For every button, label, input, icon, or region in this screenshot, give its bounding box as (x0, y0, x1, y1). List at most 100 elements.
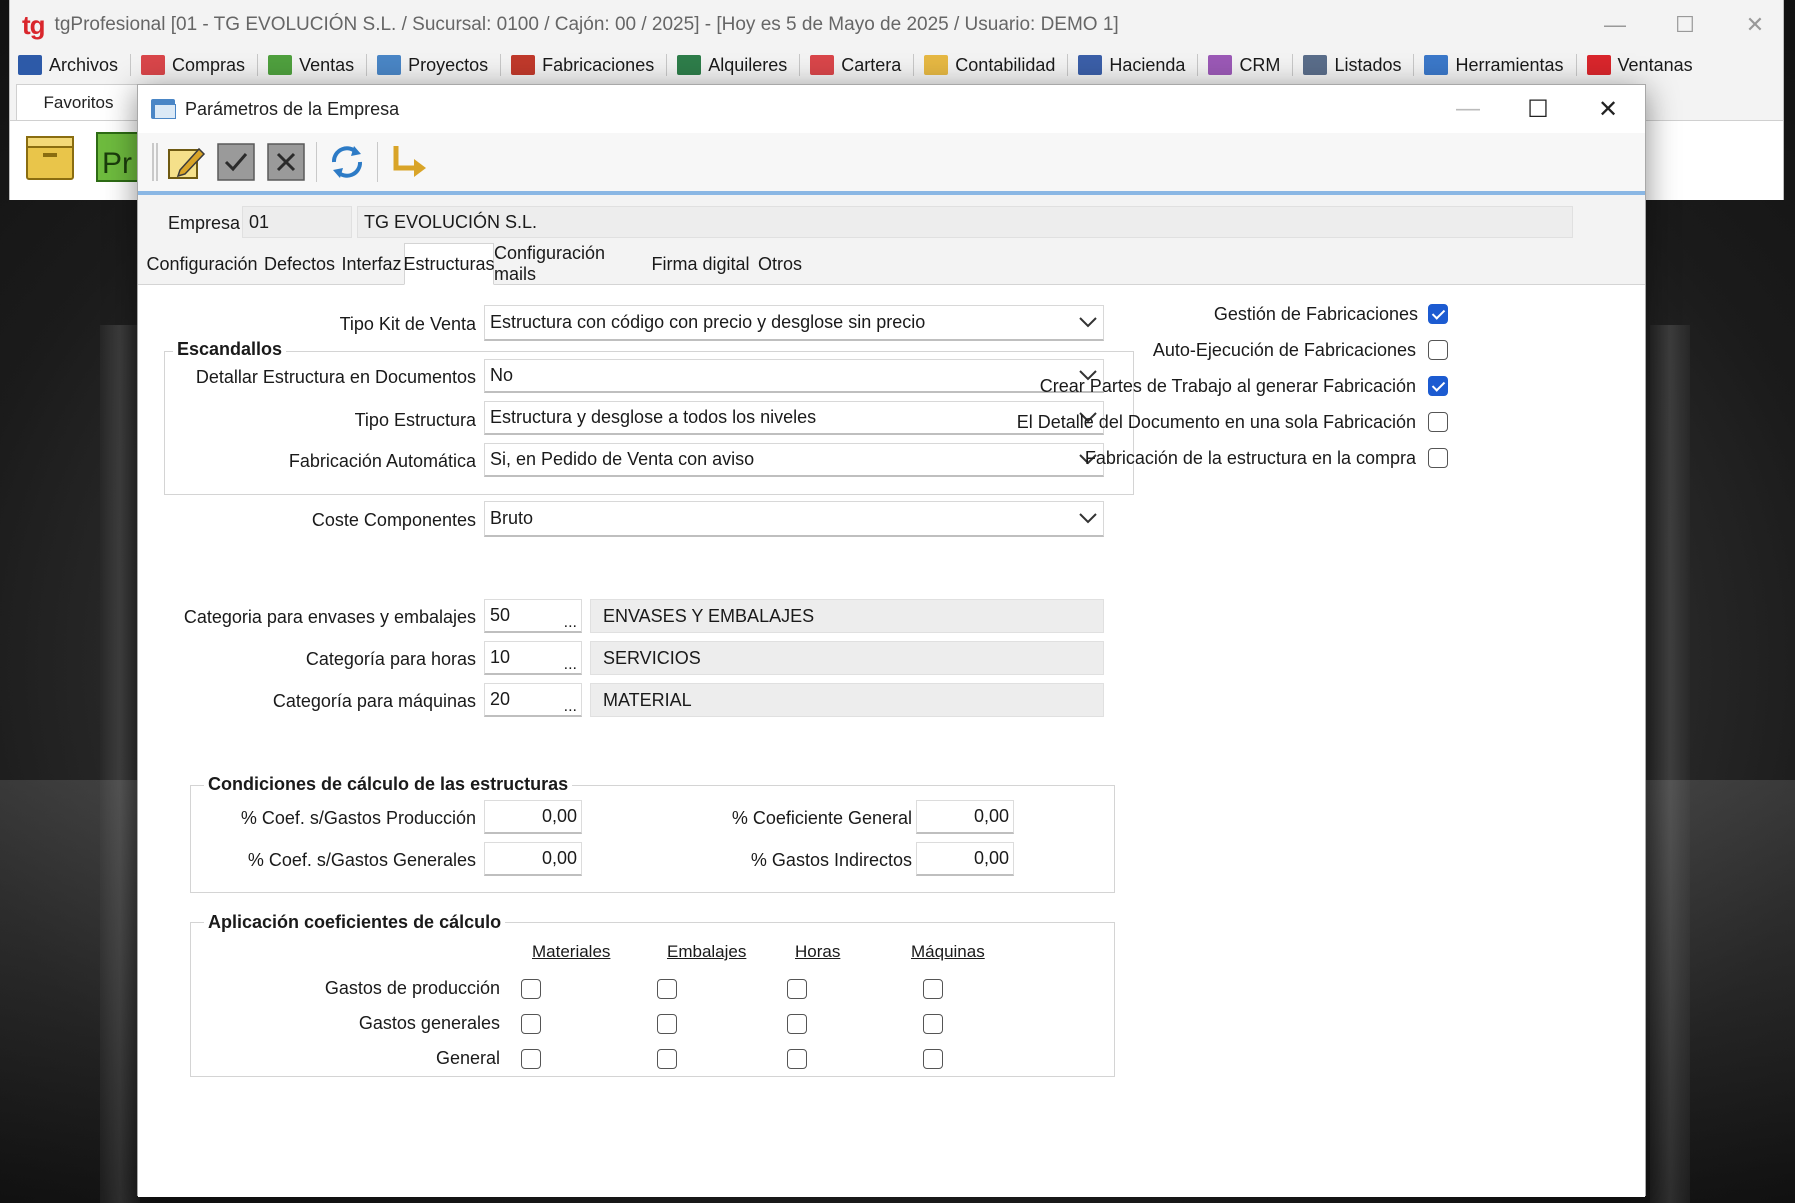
gestion-fabricaciones-label: Gestión de Fabricaciones (1213, 304, 1418, 324)
fabricaciones-factory-icon (511, 55, 536, 75)
empresa-name-field: TG EVOLUCIÓN S.L. (357, 206, 1573, 238)
aplicacion-row-label: Gastos generales (358, 1013, 500, 1033)
menu-item-contabilidad[interactable]: Contabilidad (924, 55, 1055, 76)
menu-item-cartera[interactable]: Cartera (810, 55, 901, 76)
tipo-kit-label: Tipo Kit de Venta (339, 314, 476, 334)
menu-separator (666, 54, 668, 76)
tab-otros[interactable]: Otros (751, 243, 809, 285)
menu-item-label: Listados (1334, 54, 1402, 75)
aplicacion-title: Aplicación coeficientes de cálculo (204, 912, 506, 933)
tab-configuración[interactable]: Configuración (144, 243, 260, 285)
app-maximize-button[interactable]: ☐ (1660, 6, 1710, 44)
crm-folder-icon (1208, 55, 1233, 75)
menu-item-herramientas[interactable]: Herramientas (1424, 55, 1564, 76)
menu-item-archivos[interactable]: Archivos (18, 55, 118, 76)
menu-item-ventas[interactable]: Ventas (268, 55, 354, 76)
empresa-code-field[interactable]: 01 (242, 206, 352, 238)
crear-partes-checkbox[interactable] (1428, 376, 1448, 396)
coef-produccion-input[interactable]: 0,00 (484, 800, 582, 834)
detallar-value: No (490, 365, 514, 385)
dialog-maximize-button[interactable]: ☐ (1503, 85, 1573, 133)
refresh-icon[interactable] (327, 142, 367, 182)
favorite-archive-box-icon[interactable] (24, 131, 76, 183)
aplicacion-checkbox[interactable] (521, 979, 541, 999)
aplicacion-checkbox[interactable] (787, 1049, 807, 1069)
dialog-minimize-button[interactable]: — (1433, 85, 1503, 133)
menu-item-proyectos[interactable]: Proyectos (377, 55, 488, 76)
aplicacion-checkbox[interactable] (657, 1049, 677, 1069)
toolbar-separator (316, 142, 317, 182)
aplicacion-checkbox[interactable] (923, 1014, 943, 1034)
folder-icon (151, 99, 176, 119)
aplicacion-row-label: General (435, 1048, 500, 1068)
dialog-titlebar: Parámetros de la Empresa — ☐ ✕ (138, 85, 1645, 133)
aplicacion-checkbox[interactable] (657, 1014, 677, 1034)
aplicacion-checkbox[interactable] (787, 1014, 807, 1034)
contabilidad-folder-icon (924, 55, 949, 75)
categoria-envases-code[interactable]: 50 ... (484, 599, 582, 633)
lookup-button[interactable]: ... (564, 615, 577, 631)
menu-item-ventanas[interactable]: Ventanas (1586, 55, 1693, 76)
tab-favoritos[interactable]: Favoritos (16, 84, 141, 120)
tab-firma-digital[interactable]: Firma digital (650, 243, 751, 285)
coef-generales-input[interactable]: 0,00 (484, 842, 582, 876)
coste-select[interactable]: Bruto (484, 501, 1104, 537)
detallar-label: Detallar Estructura en Documentos (195, 367, 476, 387)
app-logo: tg (22, 9, 46, 40)
hacienda-book-icon (1078, 55, 1103, 75)
estructuras-tab-content: Tipo Kit de Venta Estructura con código … (138, 285, 1645, 1197)
categoria-horas-name: SERVICIOS (590, 641, 1104, 675)
categoria-horas-code[interactable]: 10 ... (484, 641, 582, 675)
menu-item-hacienda[interactable]: Hacienda (1078, 55, 1185, 76)
proyectos-folder-icon (377, 55, 402, 75)
svg-text:Pr: Pr (102, 147, 132, 180)
tab-estructuras[interactable]: Estructuras (403, 243, 495, 285)
tab-strip: Configuración Defectos Interfaz Estructuras… (138, 243, 1645, 285)
tipo-estructura-value: Estructura y desglose a todos los nivele… (490, 407, 817, 427)
menu-item-label: Alquileres (708, 54, 788, 75)
categoria-maquinas-code[interactable]: 20 ... (484, 683, 582, 717)
menu-separator (1067, 54, 1069, 76)
menu-item-label: CRM (1239, 54, 1281, 75)
aplicacion-checkbox[interactable] (923, 979, 943, 999)
column-header-1: Embalajes (667, 942, 747, 961)
compras-folder-icon (141, 55, 166, 75)
gastos-indirectos-input[interactable]: 0,00 (916, 842, 1014, 876)
edit-pencil-icon[interactable] (166, 142, 206, 182)
accept-check-icon[interactable] (216, 142, 256, 182)
exit-arrow-icon[interactable] (388, 142, 428, 182)
gestion-fabricaciones-checkbox[interactable] (1428, 304, 1448, 324)
aplicacion-checkbox[interactable] (657, 979, 677, 999)
dialog-close-button[interactable]: ✕ (1573, 85, 1643, 133)
lookup-button[interactable]: ... (564, 657, 577, 673)
cancel-x-icon[interactable] (266, 142, 306, 182)
tab-interfaz[interactable]: Interfaz (339, 243, 404, 285)
menu-item-crm[interactable]: CRM (1208, 55, 1280, 76)
menu-separator (913, 54, 915, 76)
categoria-horas-code-value: 10 (490, 647, 511, 667)
parametros-empresa-dialog: Parámetros de la Empresa — ☐ ✕ Empresa 0… (137, 84, 1646, 1197)
detalle-documento-checkbox[interactable] (1428, 412, 1448, 432)
aplicacion-checkbox[interactable] (521, 1049, 541, 1069)
app-minimize-button[interactable]: — (1590, 6, 1640, 44)
categoria-envases-code-value: 50 (490, 605, 511, 625)
aplicacion-checkbox[interactable] (787, 979, 807, 999)
menu-item-fabricaciones[interactable]: Fabricaciones (511, 55, 654, 76)
lookup-button[interactable]: ... (564, 699, 577, 715)
coef-general-input[interactable]: 0,00 (916, 800, 1014, 834)
aplicacion-checkbox[interactable] (521, 1014, 541, 1034)
fabricacion-auto-label: Fabricación Automática (288, 451, 476, 471)
menu-item-compras[interactable]: Compras (141, 55, 245, 76)
auto-ejecucion-checkbox[interactable] (1428, 340, 1448, 360)
fabricacion-compra-checkbox[interactable] (1428, 448, 1448, 468)
menu-item-listados[interactable]: Listados (1303, 55, 1401, 76)
toolbar-separator (377, 142, 378, 182)
coste-value: Bruto (490, 508, 534, 528)
app-close-button[interactable]: ✕ (1730, 6, 1780, 44)
tab-configuración-mails[interactable]: Configuración mails (494, 243, 650, 285)
aplicacion-checkbox[interactable] (923, 1049, 943, 1069)
menu-item-alquileres[interactable]: Alquileres (677, 55, 787, 76)
coef-produccion-label: % Coef. s/Gastos Producción (240, 808, 476, 828)
coste-label: Coste Componentes (311, 510, 476, 530)
tab-defectos[interactable]: Defectos (260, 243, 339, 285)
